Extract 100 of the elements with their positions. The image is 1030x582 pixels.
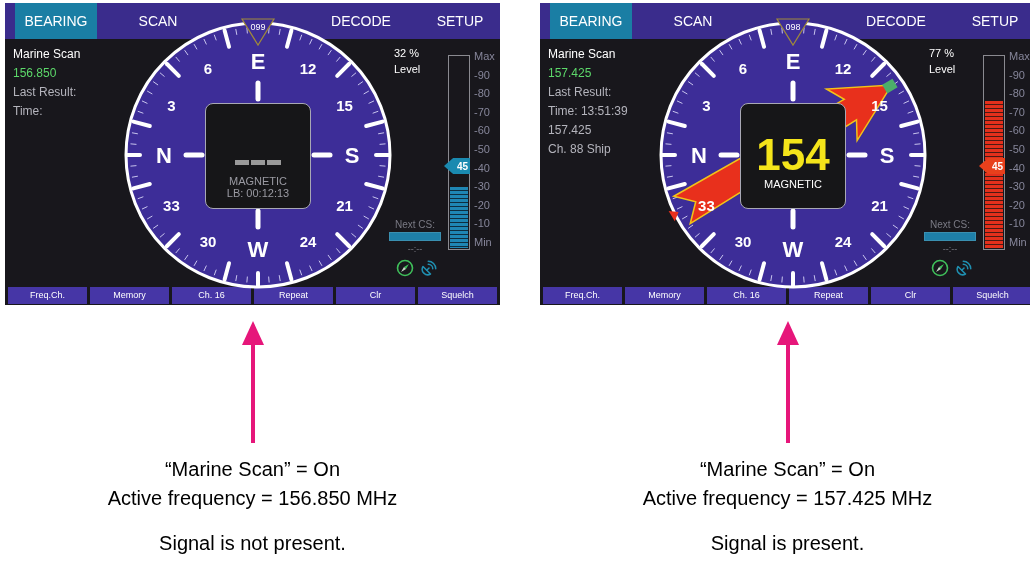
caption-text: Active frequency = 157.425 MHz bbox=[642, 486, 933, 511]
scale-label: -90 bbox=[474, 68, 491, 82]
tab[interactable]: SCAN bbox=[108, 3, 208, 39]
next-cs-label: Next CS: bbox=[395, 217, 435, 232]
tab[interactable]: DECODE bbox=[846, 3, 946, 39]
compass-label: E bbox=[250, 48, 266, 74]
compass-label: 33 bbox=[163, 196, 180, 214]
scale-label: Max bbox=[474, 50, 496, 63]
compass-label: W bbox=[782, 236, 804, 262]
compass-icon bbox=[931, 259, 949, 277]
compass-label: 12 bbox=[299, 59, 317, 77]
tab[interactable]: DECODE bbox=[311, 3, 411, 39]
caption-text: “Marine Scan” = On bbox=[164, 457, 341, 482]
soft-key[interactable]: Repeat bbox=[789, 287, 868, 304]
info-text: Marine Scan bbox=[548, 46, 617, 63]
info-text: Time: bbox=[13, 103, 44, 120]
soft-key[interactable]: Freq.Ch. bbox=[543, 287, 622, 304]
compass-label: 30 bbox=[199, 233, 217, 251]
bearing-mode-text: LB: 00:12:13 bbox=[226, 186, 290, 199]
next-cs-bar bbox=[389, 231, 441, 241]
scale-label: -50 bbox=[474, 142, 491, 156]
next-cs-bar bbox=[924, 231, 976, 241]
scale-label: -60 bbox=[1009, 124, 1026, 138]
heading-value: 098 bbox=[785, 22, 801, 32]
info-text: 156.850 bbox=[13, 65, 58, 82]
soft-key[interactable]: Freq.Ch. bbox=[8, 287, 87, 304]
bearing-mode-text: MAGNETIC bbox=[228, 174, 288, 187]
scale-label: -20 bbox=[474, 198, 491, 212]
squelch-marker: 45 bbox=[444, 158, 470, 174]
soft-key[interactable]: Clr bbox=[871, 287, 950, 304]
scale-label: -40 bbox=[1009, 161, 1026, 175]
next-cs-time: --:-- bbox=[942, 242, 958, 256]
next-cs-label: Next CS: bbox=[930, 217, 970, 232]
scale-label: Min bbox=[474, 235, 493, 249]
scale-label: -10 bbox=[1009, 217, 1026, 231]
tab[interactable]: BEARING bbox=[15, 3, 97, 39]
compass-label: 3 bbox=[702, 96, 711, 114]
caption-text: Active frequency = 156.850 MHz bbox=[107, 486, 398, 511]
soft-key[interactable]: Repeat bbox=[254, 287, 333, 304]
compass-label: 15 bbox=[336, 96, 353, 114]
scale-label: -40 bbox=[474, 161, 491, 175]
satellite-dish-icon bbox=[955, 259, 973, 277]
soft-key[interactable]: Ch. 16 bbox=[707, 287, 786, 304]
level-label: Level bbox=[393, 62, 421, 77]
compass-label: E bbox=[785, 48, 801, 74]
compass-label: 21 bbox=[871, 196, 888, 214]
scale-label: -80 bbox=[1009, 87, 1026, 101]
bearing-value: 154 bbox=[756, 132, 830, 178]
soft-key[interactable]: Clr bbox=[336, 287, 415, 304]
scale-label: -10 bbox=[474, 217, 491, 231]
compass-label: 6 bbox=[738, 59, 748, 77]
compass-label: N bbox=[691, 142, 707, 168]
compass-label: 21 bbox=[336, 196, 353, 214]
soft-key[interactable]: Squelch bbox=[418, 287, 497, 304]
level-label: Level bbox=[928, 62, 956, 77]
compass-label: 24 bbox=[834, 233, 852, 251]
satellite-dish-icon bbox=[420, 259, 438, 277]
compass-label: 12 bbox=[834, 59, 852, 77]
info-text: 157.425 bbox=[548, 122, 593, 139]
scale-label: Min bbox=[1009, 235, 1028, 249]
scale-label: -90 bbox=[1009, 68, 1026, 82]
signal-note: Signal is present. bbox=[710, 531, 865, 556]
scale-label: -30 bbox=[474, 180, 491, 194]
scale-label: -20 bbox=[1009, 198, 1026, 212]
compass-label: 33 bbox=[698, 196, 715, 214]
compass-label: 6 bbox=[203, 59, 213, 77]
info-text: Time: 13:51:39 bbox=[548, 103, 629, 120]
squelch-marker: 45 bbox=[979, 158, 1005, 174]
tab[interactable]: SETUP bbox=[421, 3, 499, 39]
compass-icon bbox=[396, 259, 414, 277]
scale-label: -60 bbox=[474, 124, 491, 138]
scale-label: -70 bbox=[1009, 105, 1026, 119]
level-percent: 77 % bbox=[928, 46, 955, 61]
info-text: Marine Scan bbox=[13, 46, 82, 63]
compass-label: 30 bbox=[734, 233, 752, 251]
scale-label: -70 bbox=[474, 105, 491, 119]
scale-label: -50 bbox=[1009, 142, 1026, 156]
compass-label: W bbox=[247, 236, 269, 262]
compass-label: N bbox=[156, 142, 172, 168]
signal-note: Signal is not present. bbox=[159, 531, 346, 556]
level-percent: 32 % bbox=[393, 46, 420, 61]
scale-label: -30 bbox=[1009, 180, 1026, 194]
tab[interactable]: BEARING bbox=[550, 3, 632, 39]
compass-label: 3 bbox=[167, 96, 176, 114]
soft-key[interactable]: Memory bbox=[90, 287, 169, 304]
tab[interactable]: SCAN bbox=[643, 3, 743, 39]
soft-key[interactable]: Memory bbox=[625, 287, 704, 304]
tab[interactable]: SETUP bbox=[956, 3, 1030, 39]
scale-label: -80 bbox=[474, 87, 491, 101]
no-bearing-dashes-icon bbox=[235, 159, 281, 165]
scale-label: Max bbox=[1009, 50, 1030, 63]
next-cs-time: --:-- bbox=[407, 242, 423, 256]
soft-key[interactable]: Ch. 16 bbox=[172, 287, 251, 304]
compass-label: S bbox=[344, 142, 360, 168]
soft-key[interactable]: Squelch bbox=[953, 287, 1030, 304]
caption-text: “Marine Scan” = On bbox=[699, 457, 876, 482]
compass-label: S bbox=[879, 142, 895, 168]
info-text: 157.425 bbox=[548, 65, 593, 82]
info-text: Ch. 88 Ship bbox=[548, 141, 612, 158]
compass-label: 24 bbox=[299, 233, 317, 251]
